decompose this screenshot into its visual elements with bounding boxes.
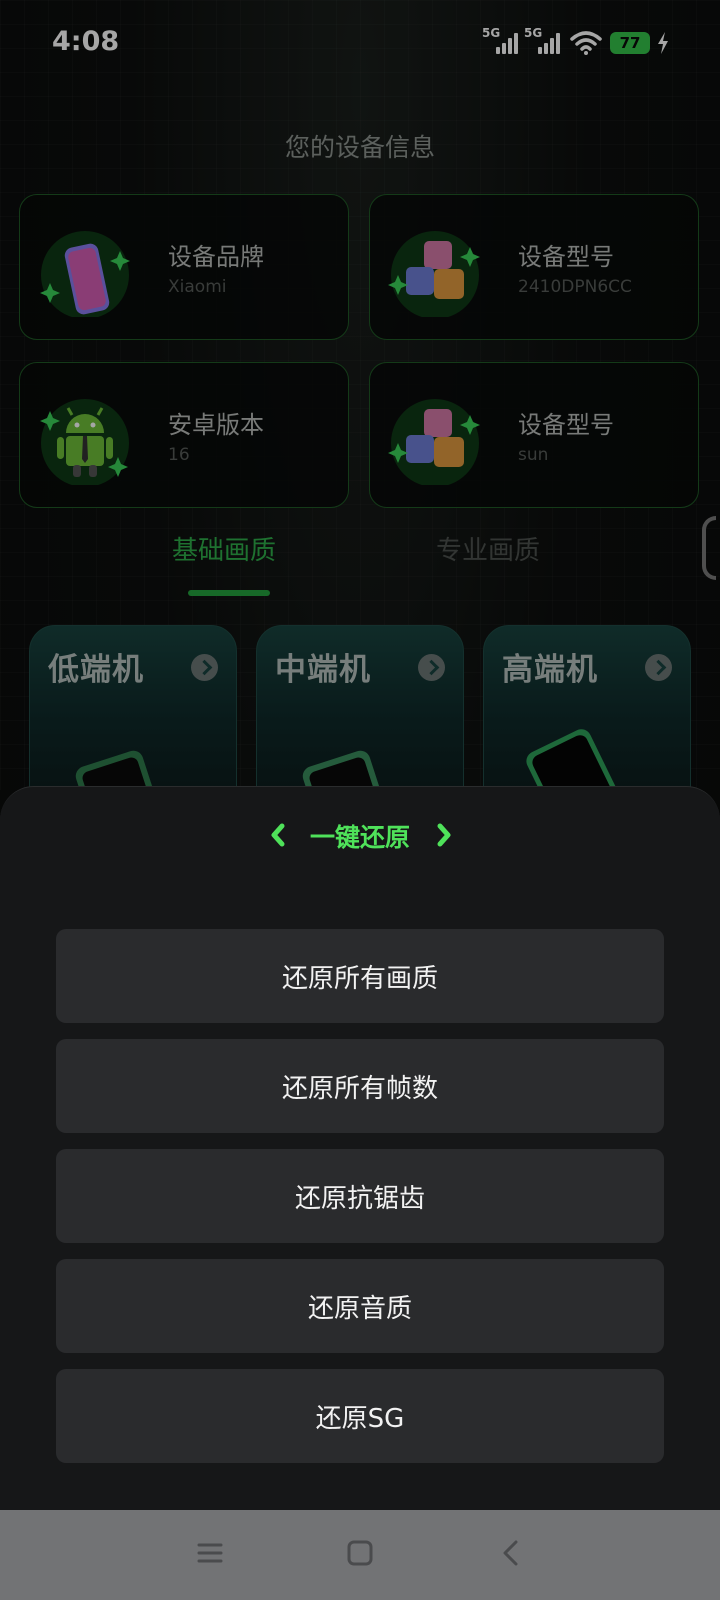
chevron-right-icon: [437, 823, 451, 847]
back-icon[interactable]: [494, 1536, 528, 1570]
menu-recents-icon[interactable]: [193, 1536, 227, 1570]
sheet-title: 一键还原: [309, 823, 410, 852]
reset-audio-quality-button[interactable]: 还原音质: [56, 1259, 664, 1353]
reset-antialiasing-button[interactable]: 还原抗锯齿: [56, 1149, 664, 1243]
reset-all-quality-button[interactable]: 还原所有画质: [56, 929, 664, 1023]
home-icon[interactable]: [343, 1536, 377, 1570]
reset-sg-button[interactable]: 还原SG: [56, 1369, 664, 1463]
reset-all-fps-button[interactable]: 还原所有帧数: [56, 1039, 664, 1133]
